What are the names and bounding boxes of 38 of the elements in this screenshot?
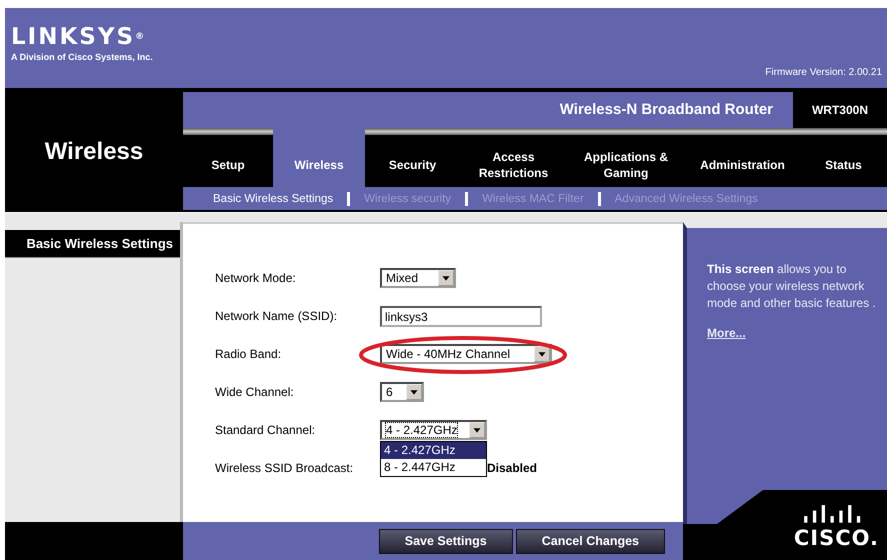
help-text: This screen allows you to choose your wireless network mode and other basic features . [707,261,877,312]
cisco-logo: CISCO. [794,526,879,550]
nav-tab[interactable]: Access Restrictions [460,135,567,187]
caret-icon [534,346,550,362]
caret-icon [438,270,454,286]
caret-icon [469,422,485,438]
section-title: Wireless [44,138,144,167]
dropdown-option[interactable]: 4 - 2.427GHz [381,442,486,459]
dropdown-field[interactable]: Wide - 40MHz Channel [380,344,552,364]
field-label: Network Name (SSID): [215,309,338,323]
logo-subtitle: A Division of Cisco Systems, Inc. [11,52,153,62]
subtab-link[interactable]: Basic Wireless Settings [213,192,334,204]
nav-tab[interactable]: Applications & Gaming [567,135,685,187]
product-name-bar: Wireless-N Broadband Router [183,92,793,128]
model-label: WRT300N [810,102,869,119]
dropdown-field[interactable]: 4 - 2.427GHz [380,420,487,440]
field-label: Radio Band: [215,347,282,361]
nav-tab[interactable]: Wireless [273,128,365,187]
field-label: Network Mode: [215,271,297,285]
sidebar-heading: Basic Wireless Settings [5,230,180,258]
firmware-version: Firmware Version: 2.00.21 [765,67,882,80]
nav-tab[interactable]: Security [365,135,460,187]
action-button[interactable]: Cancel Changes [516,528,665,554]
nav-tab[interactable]: Status [800,135,887,187]
dropdown-option[interactable]: 8 - 2.447GHz [381,459,486,476]
field-label: Standard Channel: [215,423,316,437]
action-button[interactable]: Save Settings [378,528,513,554]
dropdown-field[interactable]: 6 [380,382,424,402]
nav-tab[interactable]: Administration [685,135,800,187]
more-link[interactable]: More... [707,326,746,340]
nav-tab[interactable]: Setup [183,135,273,187]
caret-icon [406,384,422,400]
field-label: Wide Channel: [215,385,295,399]
field-label: Wireless SSID Broadcast: [215,461,354,475]
radio-option-label[interactable]: Disabled [487,461,538,475]
dropdown-field[interactable]: Mixed [380,268,456,288]
ssid-input-field[interactable]: linksys3 [380,306,542,326]
linksys-logo: LINKSYS$^{®}$ [11,23,146,52]
